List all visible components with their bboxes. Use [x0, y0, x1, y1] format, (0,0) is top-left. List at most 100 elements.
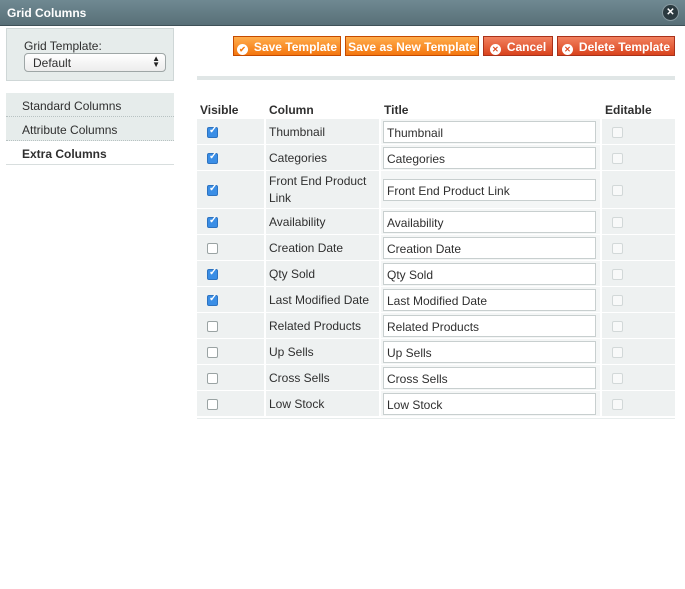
title-cell: Creation Date — [381, 235, 600, 260]
visible-cell — [197, 391, 264, 416]
title-cell: Last Modified Date — [381, 287, 600, 312]
title-input[interactable]: Qty Sold — [383, 263, 596, 285]
title-cell: Categories — [381, 145, 600, 170]
grid-header: Visible Column Title Editable — [197, 100, 675, 118]
visible-checkbox[interactable] — [207, 151, 218, 164]
editable-checkbox[interactable] — [612, 399, 623, 410]
editable-checkbox[interactable] — [612, 153, 623, 164]
title-input[interactable]: Creation Date — [383, 237, 596, 259]
save-template-button[interactable]: ✔ Save Template — [233, 36, 341, 56]
visible-checkbox[interactable] — [207, 373, 218, 384]
toolbar-divider — [197, 76, 675, 80]
nav-item-extra-columns[interactable]: Extra Columns — [6, 141, 174, 165]
close-icon[interactable]: ✕ — [663, 5, 678, 20]
column-name: Front End Product Link — [269, 174, 367, 205]
columns-grid: Visible Column Title Editable ThumbnailT… — [197, 100, 675, 416]
title-cell: Low Stock — [381, 391, 600, 416]
column-cell: Low Stock — [266, 391, 379, 416]
editable-cell — [602, 235, 675, 260]
title-cell: Up Sells — [381, 339, 600, 364]
editable-checkbox[interactable] — [612, 127, 623, 138]
table-row: Related Products Related Products — [197, 312, 675, 338]
delete-template-button[interactable]: ✕ Delete Template — [557, 36, 675, 56]
table-row: Categories Categories — [197, 144, 675, 170]
title-cell: Thumbnail — [381, 119, 600, 144]
editable-checkbox[interactable] — [612, 321, 623, 332]
title-input[interactable]: Last Modified Date — [383, 289, 596, 311]
title-cell: Related Products — [381, 313, 600, 338]
editable-checkbox[interactable] — [612, 373, 623, 384]
nav-item-attribute-columns[interactable]: Attribute Columns — [6, 117, 174, 141]
title-cell: Availability — [381, 209, 600, 234]
visible-checkbox[interactable] — [207, 243, 218, 254]
title-input[interactable]: Availability — [383, 211, 596, 233]
editable-checkbox[interactable] — [612, 269, 623, 280]
column-cell: Front End Product Link — [266, 171, 379, 208]
visible-cell — [197, 365, 264, 390]
title-input[interactable]: Up Sells — [383, 341, 596, 363]
editable-cell — [602, 209, 675, 234]
header-column: Column — [269, 103, 314, 117]
table-row: Last Modified Date Last Modified Date — [197, 286, 675, 312]
cancel-button[interactable]: ✕ Cancel — [483, 36, 553, 56]
editable-cell — [602, 261, 675, 286]
visible-checkbox[interactable] — [207, 347, 218, 358]
editable-checkbox[interactable] — [612, 243, 623, 254]
column-name: Qty Sold — [269, 267, 316, 281]
visible-cell — [197, 119, 264, 144]
column-name: Up Sells — [269, 345, 314, 359]
visible-cell — [197, 313, 264, 338]
cancel-icon: ✕ — [489, 44, 501, 55]
editable-cell — [602, 287, 675, 312]
header-visible: Visible — [200, 103, 239, 117]
visible-checkbox[interactable] — [207, 125, 218, 138]
title-input[interactable]: Categories — [383, 147, 596, 169]
column-name: Cross Sells — [269, 371, 330, 385]
visible-checkbox[interactable] — [207, 267, 218, 280]
visible-cell — [197, 287, 264, 312]
window-titlebar: Grid Columns ✕ — [0, 0, 685, 26]
header-editable: Editable — [605, 103, 652, 117]
column-cell: Availability — [266, 209, 379, 234]
title-input[interactable]: Related Products — [383, 315, 596, 337]
visible-checkbox[interactable] — [207, 215, 218, 228]
delete-icon: ✕ — [561, 44, 573, 55]
column-name: Creation Date — [269, 241, 344, 255]
title-input[interactable]: Low Stock — [383, 393, 596, 415]
table-row: Availability Availability — [197, 208, 675, 234]
visible-cell — [197, 235, 264, 260]
grid-template-select[interactable]: Default ▲ ▼ — [24, 53, 166, 72]
title-input[interactable]: Front End Product Link — [383, 179, 596, 201]
grid-bottom-divider — [197, 418, 675, 419]
column-name: Availability — [269, 215, 326, 229]
select-arrows-icon: ▲ ▼ — [152, 54, 160, 69]
column-cell: Cross Sells — [266, 365, 379, 390]
visible-checkbox[interactable] — [207, 399, 218, 410]
save-as-new-template-button[interactable]: Save as New Template — [345, 36, 479, 56]
visible-cell — [197, 209, 264, 234]
title-cell: Qty Sold — [381, 261, 600, 286]
table-row: Thumbnail Thumbnail — [197, 118, 675, 144]
editable-checkbox[interactable] — [612, 217, 623, 228]
visible-cell — [197, 339, 264, 364]
table-row: Creation Date Creation Date — [197, 234, 675, 260]
title-input[interactable]: Thumbnail — [383, 121, 596, 143]
column-name: Related Products — [269, 319, 362, 333]
column-name: Last Modified Date — [269, 293, 370, 307]
visible-checkbox[interactable] — [207, 321, 218, 332]
column-name: Thumbnail — [269, 125, 326, 139]
header-title: Title — [384, 103, 409, 117]
title-input[interactable]: Cross Sells — [383, 367, 596, 389]
editable-checkbox[interactable] — [612, 185, 623, 196]
title-cell: Front End Product Link — [381, 171, 600, 208]
nav-item-standard-columns[interactable]: Standard Columns — [6, 93, 174, 117]
column-cell: Up Sells — [266, 339, 379, 364]
check-icon: ✔ — [236, 44, 248, 55]
column-cell: Thumbnail — [266, 119, 379, 144]
editable-checkbox[interactable] — [612, 295, 623, 306]
editable-cell — [602, 171, 675, 208]
visible-checkbox[interactable] — [207, 293, 218, 306]
column-cell: Last Modified Date — [266, 287, 379, 312]
visible-checkbox[interactable] — [207, 183, 218, 196]
editable-checkbox[interactable] — [612, 347, 623, 358]
